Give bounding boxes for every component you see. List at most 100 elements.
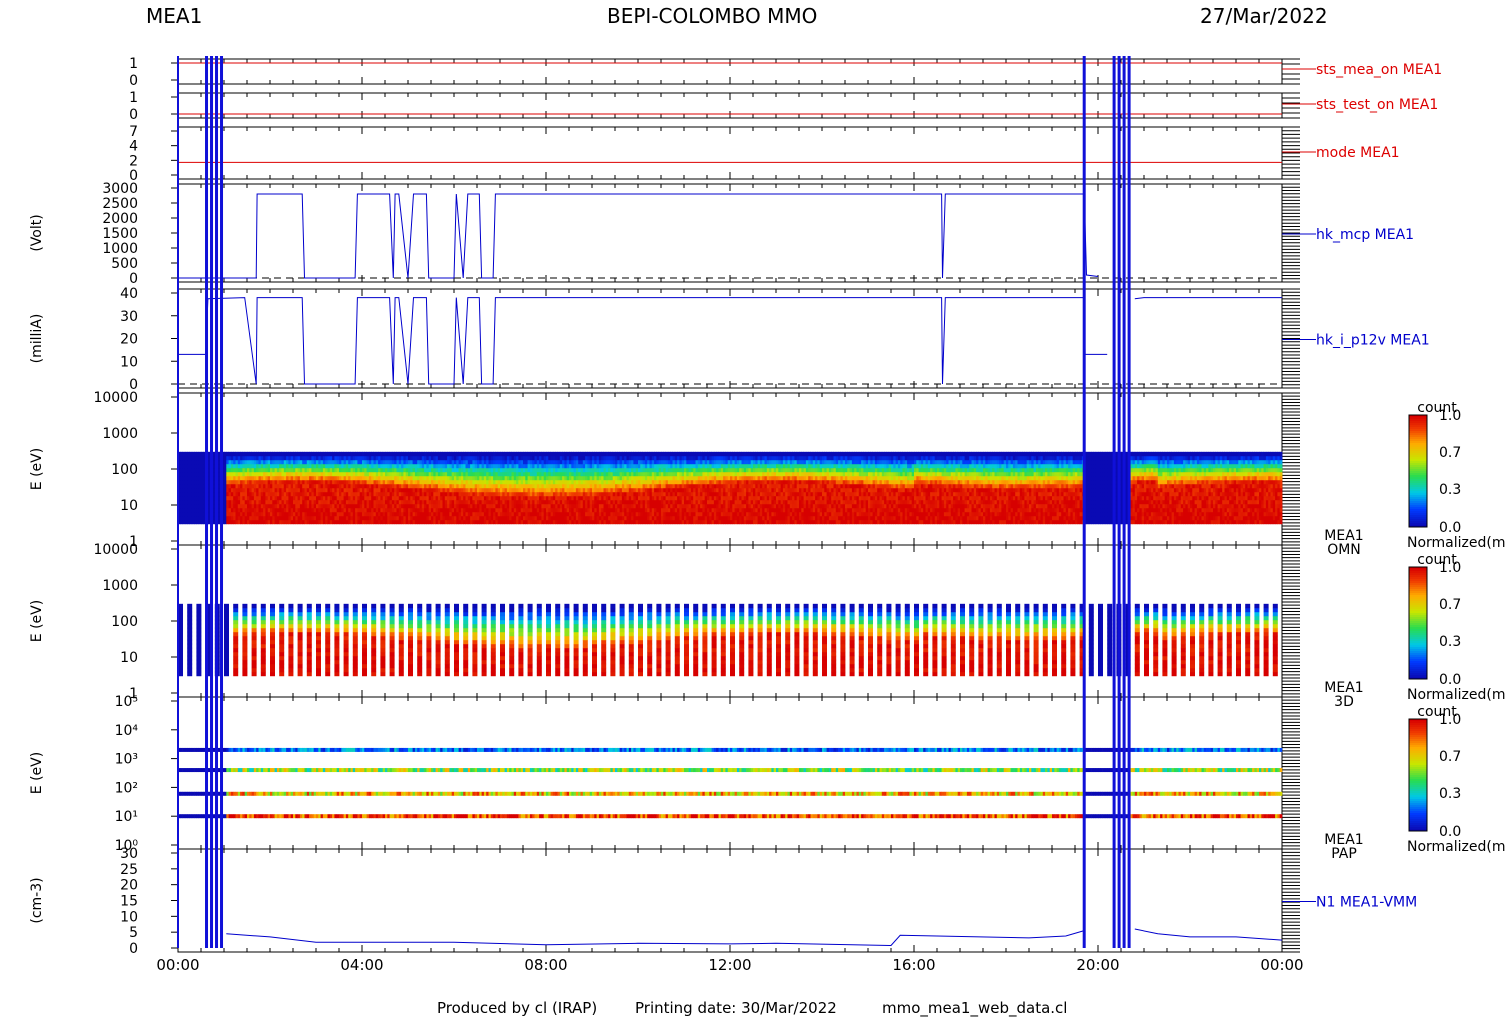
heatmap-cell [281, 519, 285, 525]
heatmap-cell [529, 503, 533, 509]
heatmap-cell [511, 459, 515, 465]
heatmap-cell [258, 495, 262, 501]
heatmap-cell [695, 459, 699, 465]
heatmap-cell [470, 479, 473, 485]
heatmap-cell [313, 491, 317, 497]
heatmap-cell [224, 499, 227, 505]
heatmap-cell [667, 459, 671, 465]
heatmap-cell [651, 503, 655, 509]
heatmap-cell [486, 519, 489, 525]
heatmap-cell [286, 459, 289, 465]
heatmap-cell [230, 495, 234, 501]
heatmap-cell [329, 503, 333, 509]
heatmap-cell [295, 467, 298, 473]
heatmap-cell [548, 511, 551, 517]
heatmap-cell [304, 451, 308, 457]
heatmap-cell [711, 463, 715, 469]
heatmap-cell [566, 519, 570, 525]
heatmap-cell [686, 459, 689, 465]
heatmap-cell [642, 511, 646, 517]
heatmap-cell [661, 455, 664, 461]
heatmap-cell [711, 487, 715, 493]
heatmap-cell [373, 463, 377, 469]
heatmap-cell [276, 471, 280, 477]
heatmap-cell [592, 471, 595, 477]
heatmap-cell [389, 459, 393, 465]
heatmap-cell [408, 495, 411, 501]
heatmap-cell [681, 463, 685, 469]
heatmap-cell [681, 507, 685, 513]
heatmap-cell [345, 503, 349, 509]
heatmap-cell [642, 455, 646, 461]
heatmap-cell [350, 495, 354, 501]
heatmap-cell [493, 491, 496, 497]
heatmap-cell [334, 491, 338, 497]
heatmap-cell [444, 487, 448, 493]
heatmap-cell [635, 463, 639, 469]
heatmap-cell [486, 483, 489, 489]
heatmap-cell [711, 519, 715, 525]
heatmap-cell [343, 519, 347, 525]
heatmap-cell [665, 451, 669, 457]
heatmap-cell [523, 463, 526, 469]
heatmap-cell [440, 519, 443, 525]
heatmap-cell [700, 515, 703, 521]
heatmap-cell [325, 467, 328, 473]
heatmap-cell [391, 491, 395, 497]
heatmap-cell [573, 463, 577, 469]
heatmap-cell [546, 503, 549, 509]
heatmap-cell [366, 471, 370, 477]
heatmap-cell [711, 507, 715, 513]
heatmap-cell [260, 451, 264, 457]
heatmap-cell [635, 507, 639, 513]
heatmap-cell [523, 519, 526, 525]
heatmap-cell [366, 499, 370, 505]
heatmap-cell [359, 467, 363, 473]
heatmap-cell [483, 467, 487, 473]
heatmap-cell [184, 455, 188, 461]
heatmap-cell [647, 475, 650, 481]
heatmap-cell [198, 487, 202, 493]
heatmap-cell [615, 503, 618, 509]
heatmap-cell [585, 463, 588, 469]
heatmap-cell [504, 471, 508, 477]
heatmap-cell [260, 487, 264, 493]
heatmap-cell [497, 515, 501, 521]
heatmap-cell [483, 515, 487, 521]
heatmap-cell [403, 459, 407, 465]
heatmap-cell [424, 467, 427, 473]
heatmap-cell [525, 459, 528, 465]
heatmap-cell [428, 515, 432, 521]
heatmap-cell [293, 487, 296, 493]
heatmap-cell [247, 491, 250, 497]
heatmap-cell [474, 467, 478, 473]
heatmap-cell [313, 499, 317, 505]
heatmap-cell [359, 459, 363, 465]
heatmap-cell [525, 467, 528, 473]
heatmap-cell [396, 471, 400, 477]
heatmap-cell [490, 495, 494, 501]
heatmap-cell [690, 451, 694, 457]
heatmap-cell [410, 475, 413, 481]
heatmap-cell [644, 503, 648, 509]
heatmap-cell [180, 491, 183, 497]
heatmap-cell [594, 503, 597, 509]
heatmap-cell [279, 495, 282, 501]
heatmap-cell [244, 467, 248, 473]
heatmap-cell [449, 475, 453, 481]
heatmap-cell [421, 495, 425, 501]
heatmap-cell [320, 515, 324, 521]
heatmap-cell [235, 459, 239, 465]
heatmap-cell [196, 495, 200, 501]
heatmap-cell [237, 519, 241, 525]
heatmap-cell [511, 511, 515, 517]
heatmap-cell [449, 451, 453, 457]
heatmap-cell [550, 471, 554, 477]
heatmap-cell [364, 459, 367, 465]
heatmap-cell [502, 503, 505, 509]
heatmap-cell [249, 491, 252, 497]
heatmap-cell [559, 479, 563, 485]
heatmap-cell [702, 467, 706, 473]
heatmap-cell [702, 495, 706, 501]
heatmap-cell [419, 487, 423, 493]
